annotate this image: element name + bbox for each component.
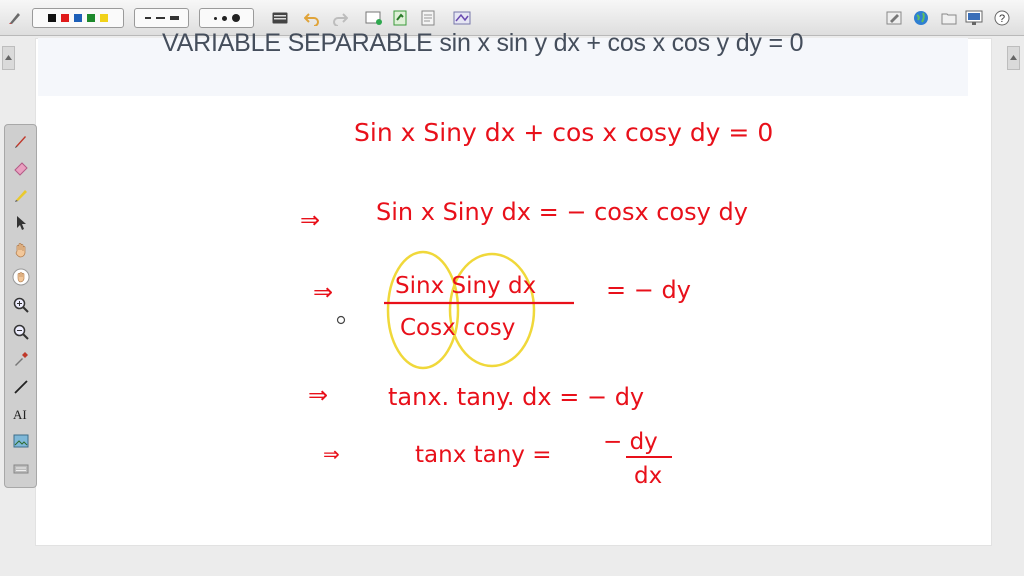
fraction-denominator-5: dx [634,463,662,489]
fraction-numerator-3: Sinx Siny dx [395,273,536,299]
highlight-circle-y [448,252,536,368]
equation-line-3-rhs: = − dy [606,276,691,304]
implies-arrow-3: ⇒ [313,278,333,306]
equation-line-1: Sin x Siny dx + cos x cosy dy = 0 [354,118,773,147]
cursor-icon [336,315,346,325]
handwriting-layer: Sin x Siny dx + cos x cosy dy = 0 ⇒ Sin … [300,118,773,489]
implies-arrow-4: ⇒ [308,381,328,409]
highlight-circle-x [386,250,460,370]
equation-line-2: Sin x Siny dx = − cosx cosy dy [376,198,748,226]
equation-line-4: tanx. tany. dx = − dy [388,383,644,411]
fraction-denominator-3: Cosx cosy [400,315,515,341]
fraction-numerator-5: − dy [603,429,658,455]
equation-line-5-lhs: tanx tany = [415,442,552,468]
implies-arrow-5: ⇒ [323,442,340,466]
implies-arrow-2: ⇒ [300,206,320,234]
